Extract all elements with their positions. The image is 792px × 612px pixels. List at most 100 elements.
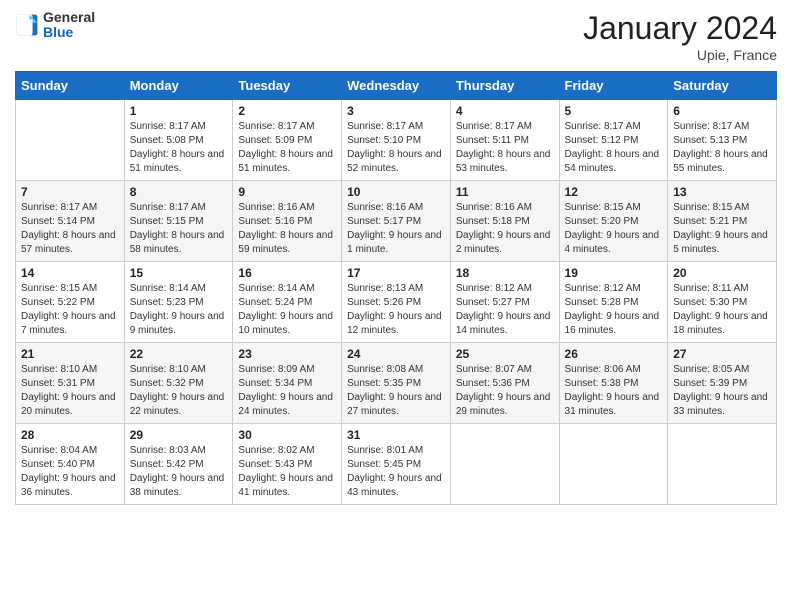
day-number: 13 xyxy=(673,185,771,199)
day-number: 5 xyxy=(565,104,663,118)
day-info: Sunrise: 8:15 AMSunset: 5:22 PMDaylight:… xyxy=(21,282,119,338)
day-number: 28 xyxy=(21,428,119,442)
day-number: 18 xyxy=(456,266,554,280)
page-header: General Blue January 2024 Upie, France xyxy=(15,10,777,63)
calendar-table: Sunday Monday Tuesday Wednesday Thursday… xyxy=(15,71,777,505)
day-cell: 5Sunrise: 8:17 AMSunset: 5:12 PMDaylight… xyxy=(559,100,668,181)
sunset-text: Sunset: 5:32 PM xyxy=(130,377,228,391)
daylight-text: Daylight: 9 hours and 43 minutes. xyxy=(347,472,445,500)
sunset-text: Sunset: 5:28 PM xyxy=(565,296,663,310)
sunrise-text: Sunrise: 8:08 AM xyxy=(347,363,445,377)
day-info: Sunrise: 8:13 AMSunset: 5:26 PMDaylight:… xyxy=(347,282,445,338)
daylight-text: Daylight: 9 hours and 9 minutes. xyxy=(130,310,228,338)
day-cell: 26Sunrise: 8:06 AMSunset: 5:38 PMDayligh… xyxy=(559,343,668,424)
daylight-text: Daylight: 8 hours and 53 minutes. xyxy=(456,148,554,176)
week-row-5: 28 Sunrise: 8:04 AMSunset: 5:40 PMDayligh… xyxy=(16,424,777,505)
day-info: Sunrise: 8:08 AMSunset: 5:35 PMDaylight:… xyxy=(347,363,445,419)
sunset-text: Sunset: 5:34 PM xyxy=(238,377,336,391)
day-number: 17 xyxy=(347,266,445,280)
sunrise-text: Sunrise: 8:15 AM xyxy=(565,201,663,215)
day-info: Sunrise: 8:12 AMSunset: 5:28 PMDaylight:… xyxy=(565,282,663,338)
daylight-text: Daylight: 8 hours and 54 minutes. xyxy=(565,148,663,176)
day-number: 29 xyxy=(130,428,228,442)
sunrise-text: Sunrise: 8:10 AM xyxy=(21,363,119,377)
day-info: Sunrise: 8:15 AMSunset: 5:21 PMDaylight:… xyxy=(673,201,771,257)
day-cell: 13 Sunrise: 8:15 AMSunset: 5:21 PMDayligh… xyxy=(668,181,777,262)
sunrise-text: Sunrise: 8:01 AM xyxy=(347,444,445,458)
daylight-text: Daylight: 9 hours and 24 minutes. xyxy=(238,391,336,419)
title-block: January 2024 Upie, France xyxy=(583,10,777,63)
daylight-text: Daylight: 9 hours and 20 minutes. xyxy=(21,391,119,419)
sunrise-text: Sunrise: 8:12 AM xyxy=(565,282,663,296)
daylight-text: Daylight: 8 hours and 55 minutes. xyxy=(673,148,771,176)
day-number: 26 xyxy=(565,347,663,361)
header-thursday: Thursday xyxy=(450,72,559,100)
day-info: Sunrise: 8:17 AMSunset: 5:08 PMDaylight:… xyxy=(130,120,228,176)
sunrise-text: Sunrise: 8:04 AM xyxy=(21,444,119,458)
daylight-text: Daylight: 8 hours and 52 minutes. xyxy=(347,148,445,176)
month-title: January 2024 xyxy=(583,10,777,47)
day-info: Sunrise: 8:02 AMSunset: 5:43 PMDaylight:… xyxy=(238,444,336,500)
sunset-text: Sunset: 5:11 PM xyxy=(456,134,554,148)
day-info: Sunrise: 8:01 AMSunset: 5:45 PMDaylight:… xyxy=(347,444,445,500)
day-number: 25 xyxy=(456,347,554,361)
day-cell: 9Sunrise: 8:16 AMSunset: 5:16 PMDaylight… xyxy=(233,181,342,262)
day-info: Sunrise: 8:07 AMSunset: 5:36 PMDaylight:… xyxy=(456,363,554,419)
day-cell: 25 Sunrise: 8:07 AMSunset: 5:36 PMDayligh… xyxy=(450,343,559,424)
day-number: 3 xyxy=(347,104,445,118)
day-info: Sunrise: 8:10 AMSunset: 5:32 PMDaylight:… xyxy=(130,363,228,419)
day-cell: 18 Sunrise: 8:12 AMSunset: 5:27 PMDayligh… xyxy=(450,262,559,343)
header-tuesday: Tuesday xyxy=(233,72,342,100)
sunset-text: Sunset: 5:39 PM xyxy=(673,377,771,391)
sunset-text: Sunset: 5:17 PM xyxy=(347,215,445,229)
day-cell: 29Sunrise: 8:03 AMSunset: 5:42 PMDayligh… xyxy=(124,424,233,505)
daylight-text: Daylight: 9 hours and 7 minutes. xyxy=(21,310,119,338)
day-cell: 16 Sunrise: 8:14 AMSunset: 5:24 PMDayligh… xyxy=(233,262,342,343)
logo-blue-text: Blue xyxy=(43,25,95,40)
day-number: 19 xyxy=(565,266,663,280)
sunrise-text: Sunrise: 8:12 AM xyxy=(456,282,554,296)
day-info: Sunrise: 8:17 AMSunset: 5:15 PMDaylight:… xyxy=(130,201,228,257)
day-cell: 28 Sunrise: 8:04 AMSunset: 5:40 PMDayligh… xyxy=(16,424,125,505)
day-number: 1 xyxy=(130,104,228,118)
day-number: 22 xyxy=(130,347,228,361)
day-cell: 24Sunrise: 8:08 AMSunset: 5:35 PMDayligh… xyxy=(342,343,451,424)
sunset-text: Sunset: 5:42 PM xyxy=(130,458,228,472)
sunrise-text: Sunrise: 8:14 AM xyxy=(130,282,228,296)
day-info: Sunrise: 8:14 AMSunset: 5:23 PMDaylight:… xyxy=(130,282,228,338)
day-cell: 1 Sunrise: 8:17 AMSunset: 5:08 PMDaylight… xyxy=(124,100,233,181)
day-number: 11 xyxy=(456,185,554,199)
sunrise-text: Sunrise: 8:16 AM xyxy=(238,201,336,215)
day-cell: 4Sunrise: 8:17 AMSunset: 5:11 PMDaylight… xyxy=(450,100,559,181)
sunset-text: Sunset: 5:24 PM xyxy=(238,296,336,310)
day-number: 31 xyxy=(347,428,445,442)
day-number: 10 xyxy=(347,185,445,199)
day-number: 20 xyxy=(673,266,771,280)
sunrise-text: Sunrise: 8:17 AM xyxy=(21,201,119,215)
sunrise-text: Sunrise: 8:07 AM xyxy=(456,363,554,377)
day-info: Sunrise: 8:17 AMSunset: 5:11 PMDaylight:… xyxy=(456,120,554,176)
sunset-text: Sunset: 5:21 PM xyxy=(673,215,771,229)
logo-general-text: General xyxy=(43,10,95,25)
day-info: Sunrise: 8:14 AMSunset: 5:24 PMDaylight:… xyxy=(238,282,336,338)
sunset-text: Sunset: 5:38 PM xyxy=(565,377,663,391)
day-number: 12 xyxy=(565,185,663,199)
sunrise-text: Sunrise: 8:16 AM xyxy=(456,201,554,215)
day-info: Sunrise: 8:15 AMSunset: 5:20 PMDaylight:… xyxy=(565,201,663,257)
sunset-text: Sunset: 5:36 PM xyxy=(456,377,554,391)
day-number: 16 xyxy=(238,266,336,280)
sunset-text: Sunset: 5:15 PM xyxy=(130,215,228,229)
day-number: 23 xyxy=(238,347,336,361)
day-cell: 23Sunrise: 8:09 AMSunset: 5:34 PMDayligh… xyxy=(233,343,342,424)
daylight-text: Daylight: 9 hours and 14 minutes. xyxy=(456,310,554,338)
sunset-text: Sunset: 5:20 PM xyxy=(565,215,663,229)
day-info: Sunrise: 8:04 AMSunset: 5:40 PMDaylight:… xyxy=(21,444,119,500)
day-info: Sunrise: 8:17 AMSunset: 5:14 PMDaylight:… xyxy=(21,201,119,257)
sunrise-text: Sunrise: 8:03 AM xyxy=(130,444,228,458)
sunrise-text: Sunrise: 8:17 AM xyxy=(347,120,445,134)
day-info: Sunrise: 8:17 AMSunset: 5:09 PMDaylight:… xyxy=(238,120,336,176)
day-info: Sunrise: 8:12 AMSunset: 5:27 PMDaylight:… xyxy=(456,282,554,338)
sunrise-text: Sunrise: 8:15 AM xyxy=(673,201,771,215)
sunrise-text: Sunrise: 8:17 AM xyxy=(238,120,336,134)
daylight-text: Daylight: 9 hours and 12 minutes. xyxy=(347,310,445,338)
